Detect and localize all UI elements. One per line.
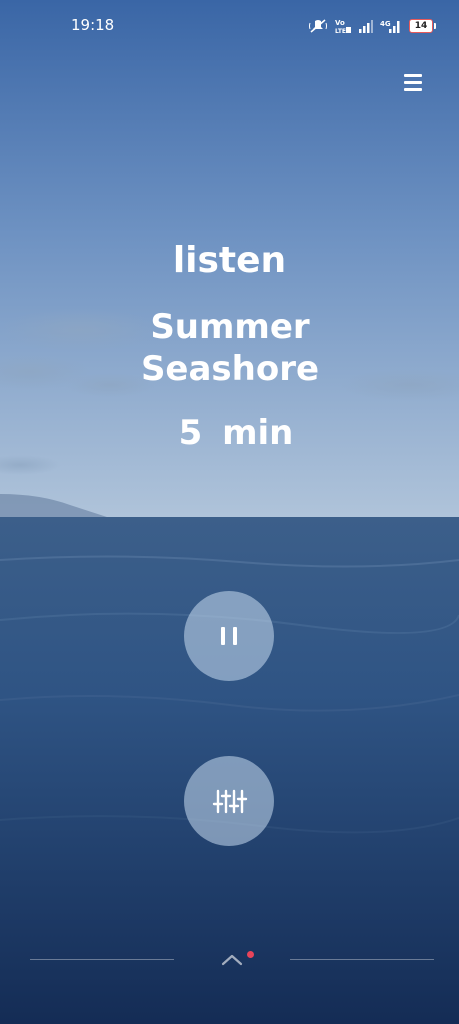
bottom-divider-left — [30, 959, 174, 960]
svg-text:LTE: LTE — [335, 28, 346, 34]
signal-icon — [359, 20, 373, 33]
notification-dot — [247, 951, 254, 958]
svg-text:4G: 4G — [380, 20, 391, 28]
mode-label: listen — [172, 240, 287, 281]
equalizer-sliders-icon — [212, 789, 248, 814]
bottom-divider-right — [290, 959, 434, 960]
volte-icon: Vo LTE — [335, 19, 351, 34]
status-bar: 19:18 Vo LTE 4G 14 — [0, 0, 459, 52]
expand-panel-button[interactable] — [218, 948, 246, 970]
ocean-background — [0, 0, 459, 1024]
pause-button[interactable] — [184, 591, 274, 681]
duration-label[interactable]: 5 min — [0, 413, 459, 453]
pause-icon — [221, 627, 237, 645]
status-time: 19:18 — [71, 16, 115, 34]
svg-text:Vo: Vo — [335, 19, 345, 27]
hamburger-menu-icon[interactable] — [400, 70, 426, 94]
track-title: Summer Seashore — [140, 307, 320, 389]
battery-icon: 14 — [409, 19, 436, 33]
mute-icon — [309, 19, 327, 33]
sound-mixer-button[interactable] — [184, 756, 274, 846]
chevron-up-icon — [221, 954, 243, 966]
status-icons: Vo LTE 4G 14 — [309, 16, 436, 36]
4g-signal-icon: 4G — [380, 20, 400, 33]
